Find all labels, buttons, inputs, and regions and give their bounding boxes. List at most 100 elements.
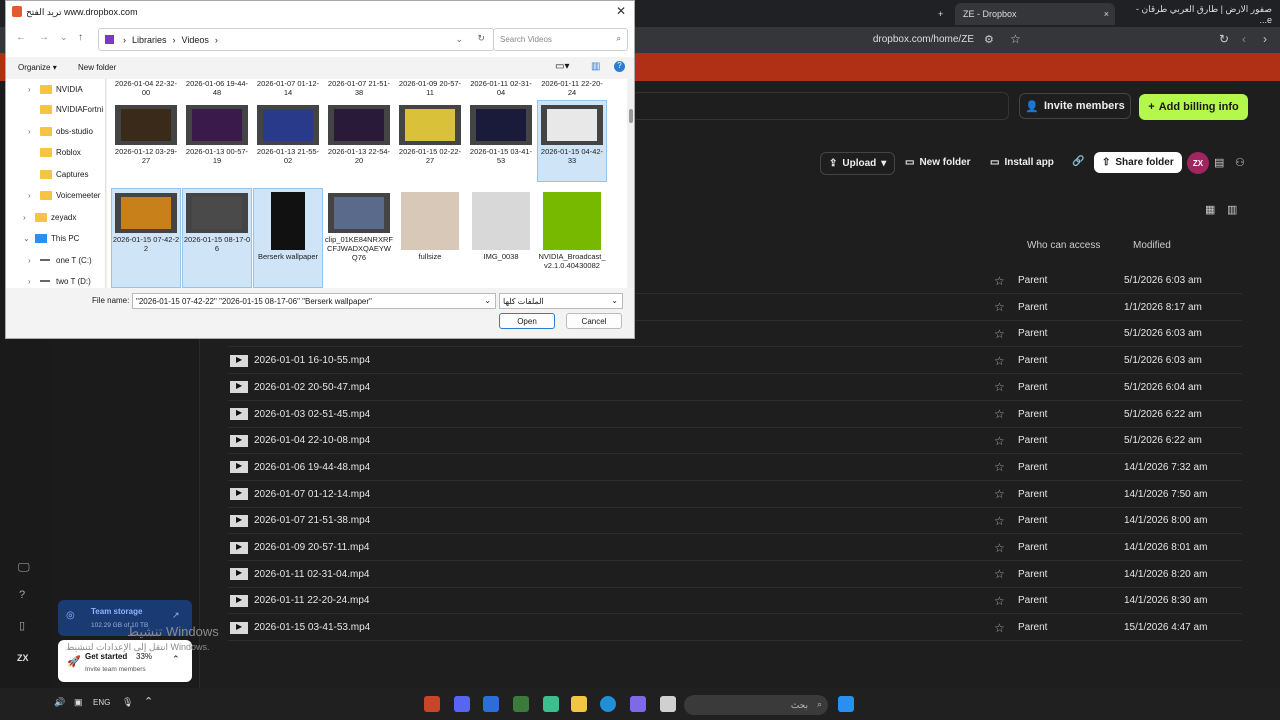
expand-icon[interactable]: › [28,127,40,136]
open-button[interactable]: Open [499,313,555,329]
open-external-icon[interactable]: ↗ [172,610,180,621]
star-icon[interactable]: ☆ [994,300,1018,314]
invite-members-button[interactable]: 👤 Invite members [1019,93,1131,119]
file-name[interactable]: 2026-01-04 22-10-08.mp4 [254,435,994,446]
chevron-up-icon[interactable]: ⌃ [172,654,180,665]
new-tab-icon[interactable]: + [930,3,951,25]
file-tile[interactable]: 2026-01-07 21-51-38 [325,79,393,97]
file-name[interactable]: 2026-01-09 20-57-11.mp4 [254,542,994,553]
forward-icon[interactable]: › [1263,32,1267,46]
chevron-down-icon[interactable]: ⌄ [455,34,463,45]
mic-icon[interactable]: 🎙 [122,697,133,708]
file-tile[interactable]: 2026-01-12 03-29-27 [112,101,180,181]
star-icon[interactable]: ☆ [994,621,1018,635]
table-row[interactable]: 2026-01-09 20-57-11.mp4☆Parent 14/1/2026 … [228,535,1242,561]
taskbar-app2-icon[interactable] [543,696,559,712]
taskbar-search-input[interactable]: بحث ⌕ [684,695,828,715]
file-name[interactable]: 2026-01-07 21-51-38.mp4 [254,515,994,526]
back-icon[interactable]: ‹ [1242,32,1246,46]
expand-icon[interactable]: › [28,256,40,265]
tree-item[interactable]: › two T (D:) [28,273,91,288]
path-breadcrumb[interactable]: › Libraries › Videos › ⌄ ↻ [98,28,494,51]
copy-link-button[interactable]: 🔗 [1072,156,1084,167]
grid-view-icon[interactable]: ▦ [1205,203,1215,216]
table-row[interactable]: 2026-01-03 02-51-45.mp4☆Parent 5/1/2026 6… [228,402,1242,428]
scrollbar[interactable] [628,79,634,288]
tree-item[interactable]: › obs-studio [28,123,93,139]
file-name[interactable]: 2026-01-15 03-41-53.mp4 [254,622,994,633]
table-row[interactable]: 2026-01-01 16-10-55.mp4☆Parent 5/1/2026 6… [228,348,1242,375]
taskbar-app-icon[interactable] [483,696,499,712]
taskbar-copilot-icon[interactable] [630,696,646,712]
start-icon[interactable] [838,696,854,712]
desktop-app-icon[interactable]: 🖵 [18,560,30,575]
panel-icon[interactable]: ▯ [19,619,25,632]
file-name[interactable]: 2026-01-03 02-51-45.mp4 [254,409,994,420]
list-view-icon[interactable]: ▥ [1227,203,1237,216]
volume-icon[interactable]: 🔊 [54,697,65,708]
member-avatar[interactable]: ZX [1187,152,1209,174]
table-row[interactable]: 2026-01-11 22-20-24.mp4☆Parent 14/1/2026 … [228,588,1242,615]
taskbar-nvidia-icon[interactable] [513,696,529,712]
bookmark-icon[interactable]: ☆ [1010,32,1021,46]
table-row[interactable]: 2026-01-06 19-44-48.mp4☆Parent 14/1/2026 … [228,455,1242,481]
star-icon[interactable]: ☆ [994,274,1018,288]
tab-music[interactable]: صفور الارض | طارق العربي طرقان - e... [1120,3,1280,25]
breadcrumb-videos[interactable]: Videos [182,35,209,45]
table-row[interactable]: 2026-01-15 03-41-53.mp4☆Parent 15/1/2026 … [228,615,1242,642]
file-name[interactable]: 2026-01-07 01-12-14.mp4 [254,489,994,500]
reload-icon[interactable]: ↻ [1219,32,1229,46]
tree-item[interactable]: › zeyadx [23,209,76,225]
tree-item[interactable]: NVIDIAFortni [28,101,103,117]
back-icon[interactable]: ← [16,32,26,43]
tree-item[interactable]: Captures [28,166,88,182]
tab-dropbox[interactable]: ZE - Dropbox × [955,3,1115,25]
filename-input[interactable]: "2026-01-15 07-42-22" "2026-01-15 08-17-… [132,293,496,309]
organize-button[interactable]: Organize ▾ [18,63,57,72]
table-row[interactable]: 2026-01-07 21-51-38.mp4☆Parent 14/1/2026 … [228,508,1242,535]
file-tile[interactable]: Berserk wallpaper [253,188,323,288]
file-tile[interactable]: 2026-01-15 02-22-27 [396,101,464,181]
taskbar-taskview-icon[interactable] [660,696,676,712]
star-icon[interactable]: ☆ [994,380,1018,394]
table-row[interactable]: 2026-01-04 22-10-08.mp4☆Parent 5/1/2026 6… [228,428,1242,455]
star-icon[interactable]: ☆ [994,567,1018,581]
document-icon[interactable]: ▤ [1214,156,1224,169]
column-header-access[interactable]: Who can access [1027,240,1100,251]
install-app-button[interactable]: ▭ Install app [990,157,1054,168]
file-tile[interactable]: 2026-01-15 04-42-33 [537,100,607,182]
file-name[interactable]: 2026-01-11 02-31-04.mp4 [254,569,994,580]
file-tile[interactable]: 2026-01-06 19-44-48 [183,79,251,97]
file-tile[interactable]: NVIDIA_Broadcast_v2.1.0.40430082 [538,189,606,287]
tray-chevron-icon[interactable]: ⌃ [144,695,153,708]
file-tile[interactable]: 2026-01-13 21-55-02 [254,101,322,181]
chevron-down-icon[interactable]: ⌄ [484,296,491,305]
file-tile[interactable]: 2026-01-09 20-57-11 [396,79,464,97]
file-name[interactable]: 2026-01-01 16-10-55.mp4 [254,355,994,366]
star-icon[interactable]: ☆ [994,407,1018,421]
breadcrumb-libraries[interactable]: Libraries [132,35,167,45]
file-tile[interactable]: 2026-01-15 03-41-53 [467,101,535,181]
file-name[interactable]: 2026-01-11 22-20-24.mp4 [254,595,994,606]
expand-icon[interactable]: › [28,191,40,200]
file-tile[interactable]: clip_01KE84NRXRFCFJWADXQAEYWQ76 [325,189,393,287]
refresh-icon[interactable]: ↻ [477,33,485,44]
table-row[interactable]: 2026-01-11 02-31-04.mp4☆Parent 14/1/2026 … [228,562,1242,588]
preview-pane-icon[interactable]: ▥ [591,61,600,72]
expand-icon[interactable]: › [23,213,35,222]
star-icon[interactable]: ☆ [994,434,1018,448]
star-icon[interactable]: ☆ [994,327,1018,341]
expand-icon[interactable]: ⌄ [23,234,35,243]
new-folder-button[interactable]: New folder [78,63,116,72]
star-icon[interactable]: ☆ [994,541,1018,555]
file-tile[interactable]: 2026-01-15 07-42-22 [111,188,181,288]
tree-item[interactable]: ⌄ This PC [23,230,79,246]
taskbar-explorer-icon[interactable] [571,696,587,712]
forward-icon[interactable]: → [39,32,49,43]
file-tile[interactable]: 2026-01-15 08-17-06 [182,188,252,288]
language-indicator[interactable]: ENG [93,698,110,707]
cancel-button[interactable]: Cancel [566,313,622,329]
star-icon[interactable]: ☆ [994,354,1018,368]
taskbar-edge-icon[interactable] [600,696,616,712]
expand-icon[interactable]: › [28,85,40,94]
